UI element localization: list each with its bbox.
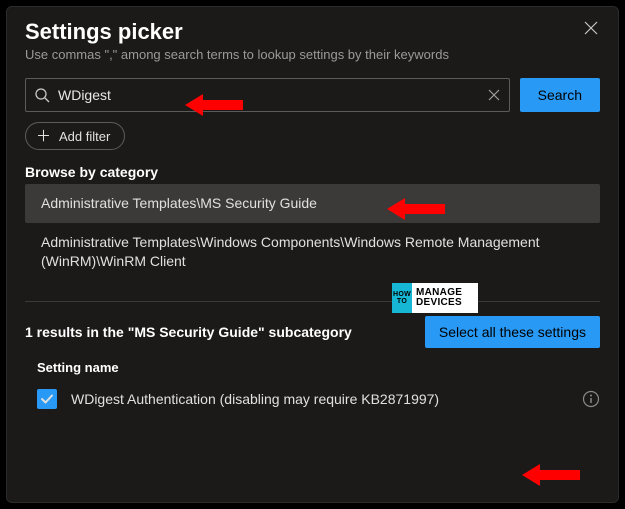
category-list: Administrative Templates\MS Security Gui… <box>25 184 600 281</box>
clear-icon <box>487 88 501 102</box>
checkmark-icon <box>40 392 54 406</box>
watermark-badge: HOW TO MANAGE DEVICES <box>392 283 478 313</box>
filter-row: ＋ Add filter <box>7 112 618 154</box>
browse-heading: Browse by category <box>25 164 600 180</box>
settings-picker-panel: Settings picker Use commas "," among sea… <box>6 6 619 503</box>
column-header-setting-name: Setting name <box>7 352 618 379</box>
close-icon <box>584 21 598 35</box>
category-item-ms-security-guide[interactable]: Administrative Templates\MS Security Gui… <box>25 184 600 223</box>
info-button[interactable] <box>582 390 600 408</box>
close-button[interactable] <box>584 21 602 39</box>
search-row: Search <box>7 70 618 112</box>
add-filter-label: Add filter <box>59 129 110 144</box>
info-icon <box>582 390 600 408</box>
search-input[interactable] <box>50 87 487 103</box>
panel-subtitle: Use commas "," among search terms to loo… <box>25 47 600 62</box>
add-filter-button[interactable]: ＋ Add filter <box>25 122 125 150</box>
panel-header: Settings picker Use commas "," among sea… <box>7 7 618 70</box>
search-icon <box>34 87 50 103</box>
browse-section: Browse by category Administrative Templa… <box>7 154 618 281</box>
select-all-button[interactable]: Select all these settings <box>425 316 600 348</box>
search-box[interactable] <box>25 78 510 112</box>
plus-icon: ＋ <box>36 129 51 144</box>
panel-title: Settings picker <box>25 19 600 45</box>
setting-row[interactable]: WDigest Authentication (disabling may re… <box>7 379 618 419</box>
category-item-winrm-client[interactable]: Administrative Templates\Windows Compone… <box>25 223 600 281</box>
results-header-row: 1 results in the "MS Security Guide" sub… <box>7 302 618 352</box>
setting-label: WDigest Authentication (disabling may re… <box>71 391 568 407</box>
setting-checkbox[interactable] <box>37 389 57 409</box>
results-summary: 1 results in the "MS Security Guide" sub… <box>25 324 352 340</box>
clear-search-button[interactable] <box>487 88 501 102</box>
watermark-right: MANAGE DEVICES <box>412 283 478 313</box>
search-button[interactable]: Search <box>520 78 600 112</box>
watermark-left: HOW TO <box>392 283 412 313</box>
